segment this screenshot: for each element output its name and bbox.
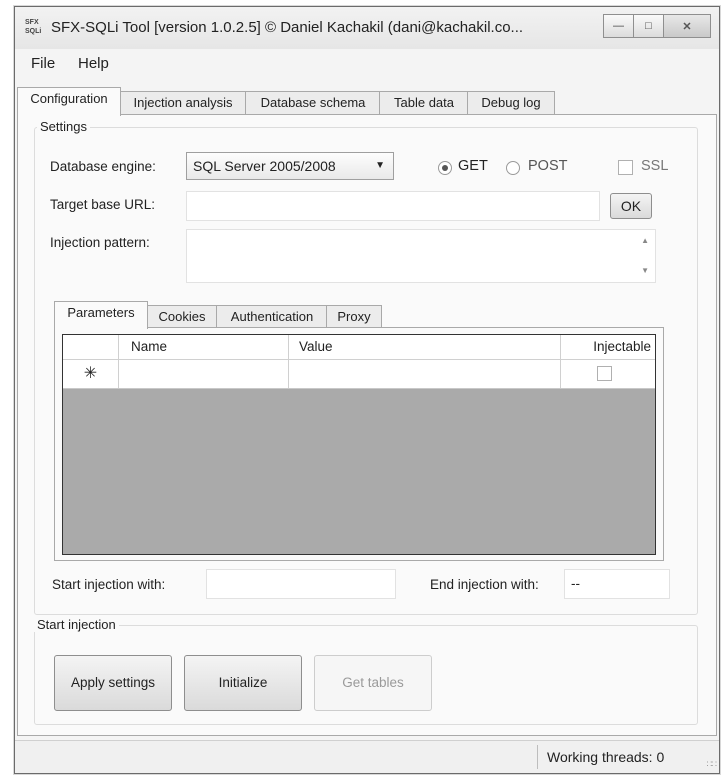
start-injection-label: Start injection with: — [52, 577, 166, 592]
close-icon: ✕ — [682, 20, 692, 33]
ssl-checkbox[interactable] — [618, 160, 633, 175]
column-header-name[interactable]: Name — [119, 335, 289, 359]
close-button[interactable]: ✕ — [663, 14, 711, 38]
get-label: GET — [458, 158, 488, 174]
parameters-panel: Name Value Injectable ✳ — [54, 327, 664, 561]
tab-debug-log[interactable]: Debug log — [467, 91, 555, 114]
subtab-parameters[interactable]: Parameters — [54, 301, 148, 329]
scroll-down-icon[interactable]: ▼ — [641, 266, 649, 275]
title-bar[interactable]: SFX SQLi SFX-SQLi Tool [version 1.0.2.5]… — [15, 7, 719, 50]
new-row-value-cell[interactable] — [289, 360, 561, 388]
app-icon: SFX SQLi — [25, 19, 42, 35]
new-row-injectable-cell — [561, 360, 655, 388]
scroll-up-icon[interactable]: ▲ — [641, 236, 649, 245]
menu-bar: File Help — [15, 49, 719, 77]
menu-help[interactable]: Help — [78, 55, 109, 72]
configuration-panel: Settings Database engine: SQL Server 200… — [17, 114, 717, 736]
grid-new-row: ✳ — [63, 360, 655, 389]
app-window: SFX SQLi SFX-SQLi Tool [version 1.0.2.5]… — [14, 6, 720, 774]
minimize-icon: — — [613, 20, 624, 32]
subtab-cookies[interactable]: Cookies — [146, 305, 218, 328]
start-injection-legend: Start injection — [34, 617, 119, 632]
new-row-name-cell[interactable] — [119, 360, 289, 388]
tab-table-data[interactable]: Table data — [379, 91, 469, 114]
tab-injection-analysis[interactable]: Injection analysis — [119, 91, 247, 114]
apply-settings-button[interactable]: Apply settings — [54, 655, 172, 711]
new-row-marker-icon: ✳ — [63, 360, 119, 388]
window-title: SFX-SQLi Tool [version 1.0.2.5] © Daniel… — [51, 19, 524, 36]
db-engine-value: SQL Server 2005/2008 — [193, 158, 336, 174]
get-tables-button[interactable]: Get tables — [314, 655, 432, 711]
injection-pattern-input[interactable]: ▲ ▼ — [186, 229, 656, 283]
menu-file[interactable]: File — [31, 55, 55, 72]
settings-legend: Settings — [37, 119, 90, 134]
status-separator — [537, 745, 538, 769]
chevron-down-icon: ▼ — [375, 160, 385, 171]
tab-database-schema[interactable]: Database schema — [245, 91, 381, 114]
injection-pattern-label: Injection pattern: — [50, 235, 150, 250]
get-radio[interactable] — [438, 161, 452, 175]
column-header-injectable[interactable]: Injectable — [561, 335, 655, 359]
initialize-button[interactable]: Initialize — [184, 655, 302, 711]
start-injection-input[interactable] — [206, 569, 396, 599]
column-header-value[interactable]: Value — [289, 335, 561, 359]
post-radio[interactable] — [506, 161, 520, 175]
maximize-button[interactable]: □ — [633, 14, 664, 38]
end-injection-value: -- — [571, 576, 580, 591]
row-header-corner — [63, 335, 119, 359]
window-controls: — □ ✕ — [603, 14, 711, 38]
injectable-checkbox[interactable] — [597, 366, 612, 381]
end-injection-input[interactable]: -- — [564, 569, 670, 599]
grid-header: Name Value Injectable — [63, 335, 655, 360]
tab-configuration[interactable]: Configuration — [17, 87, 121, 116]
status-bar: Working threads: 0 ∷∷ — [15, 740, 719, 773]
target-url-label: Target base URL: — [50, 197, 156, 212]
end-injection-label: End injection with: — [430, 577, 539, 592]
subtab-proxy[interactable]: Proxy — [326, 305, 382, 328]
db-engine-label: Database engine: — [50, 159, 156, 174]
working-threads-status: Working threads: 0 — [547, 749, 665, 765]
subtab-authentication[interactable]: Authentication — [216, 305, 328, 328]
ok-button[interactable]: OK — [610, 193, 652, 219]
parameters-grid[interactable]: Name Value Injectable ✳ — [62, 334, 656, 555]
maximize-icon: □ — [645, 20, 652, 32]
resize-grip-icon[interactable]: ∷∷ — [707, 759, 718, 770]
target-url-input[interactable] — [186, 191, 600, 221]
db-engine-select[interactable]: SQL Server 2005/2008 ▼ — [186, 152, 394, 180]
ssl-label: SSL — [641, 158, 669, 174]
post-label: POST — [528, 158, 568, 174]
minimize-button[interactable]: — — [603, 14, 634, 38]
